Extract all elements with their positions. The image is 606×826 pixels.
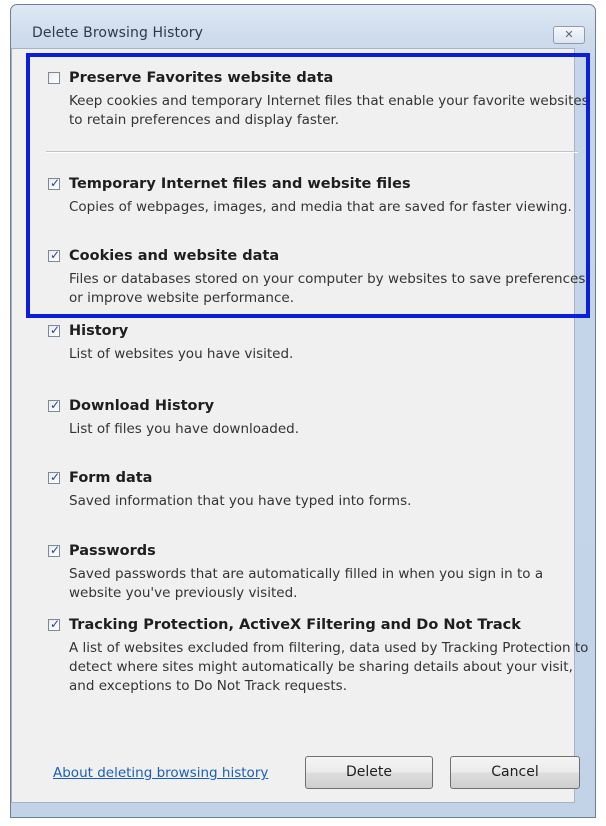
download-history-label[interactable]: Download History (69, 398, 214, 414)
preserve-favorites-label[interactable]: Preserve Favorites website data (69, 70, 333, 86)
preserve-favorites-checkbox[interactable] (48, 72, 60, 84)
delete-button[interactable]: Delete (305, 756, 433, 789)
passwords-checkbox[interactable]: ✓ (48, 543, 61, 557)
temporary-files-label[interactable]: Temporary Internet files and website fil… (69, 176, 411, 192)
cookies-checkbox[interactable]: ✓ (48, 248, 61, 262)
checkmark-icon: ✓ (50, 470, 61, 484)
checkmark-icon: ✓ (50, 398, 61, 412)
about-deleting-history-link[interactable]: About deleting browsing history (53, 765, 268, 781)
form-data-checkbox[interactable]: ✓ (48, 470, 61, 484)
close-button[interactable]: ✕ (553, 26, 585, 44)
checkmark-icon: ✓ (50, 176, 61, 190)
download-history-description: List of files you have downloaded. (69, 421, 300, 437)
preserve-favorites-description: Keep cookies and temporary Internet file… (69, 93, 589, 128)
checkmark-icon: ✓ (50, 543, 61, 557)
temporary-files-checkbox[interactable]: ✓ (48, 176, 61, 190)
form-data-label[interactable]: Form data (69, 470, 152, 486)
history-description: List of websites you have visited. (69, 346, 294, 362)
download-history-checkbox[interactable]: ✓ (48, 398, 61, 412)
checkmark-icon: ✓ (50, 617, 61, 631)
history-label[interactable]: History (69, 323, 128, 339)
tracking-protection-checkbox[interactable]: ✓ (48, 617, 61, 631)
form-data-description: Saved information that you have typed in… (69, 493, 412, 509)
passwords-description: Saved passwords that are automatically f… (69, 566, 544, 601)
cookies-description: Files or databases stored on your comput… (69, 271, 586, 306)
history-checkbox[interactable]: ✓ (48, 323, 61, 337)
close-icon: ✕ (564, 28, 574, 41)
checkmark-icon: ✓ (50, 248, 61, 262)
tracking-protection-label[interactable]: Tracking Protection, ActiveX Filtering a… (69, 617, 521, 633)
cancel-button[interactable]: Cancel (450, 756, 580, 789)
cookies-label[interactable]: Cookies and website data (69, 248, 279, 264)
passwords-label[interactable]: Passwords (69, 543, 156, 559)
options-divider (46, 151, 578, 153)
dialog-title: Delete Browsing History (32, 25, 204, 41)
tracking-protection-description: A list of websites excluded from filteri… (69, 640, 589, 694)
checkmark-icon: ✓ (50, 323, 61, 337)
temporary-files-description: Copies of webpages, images, and media th… (69, 199, 572, 215)
